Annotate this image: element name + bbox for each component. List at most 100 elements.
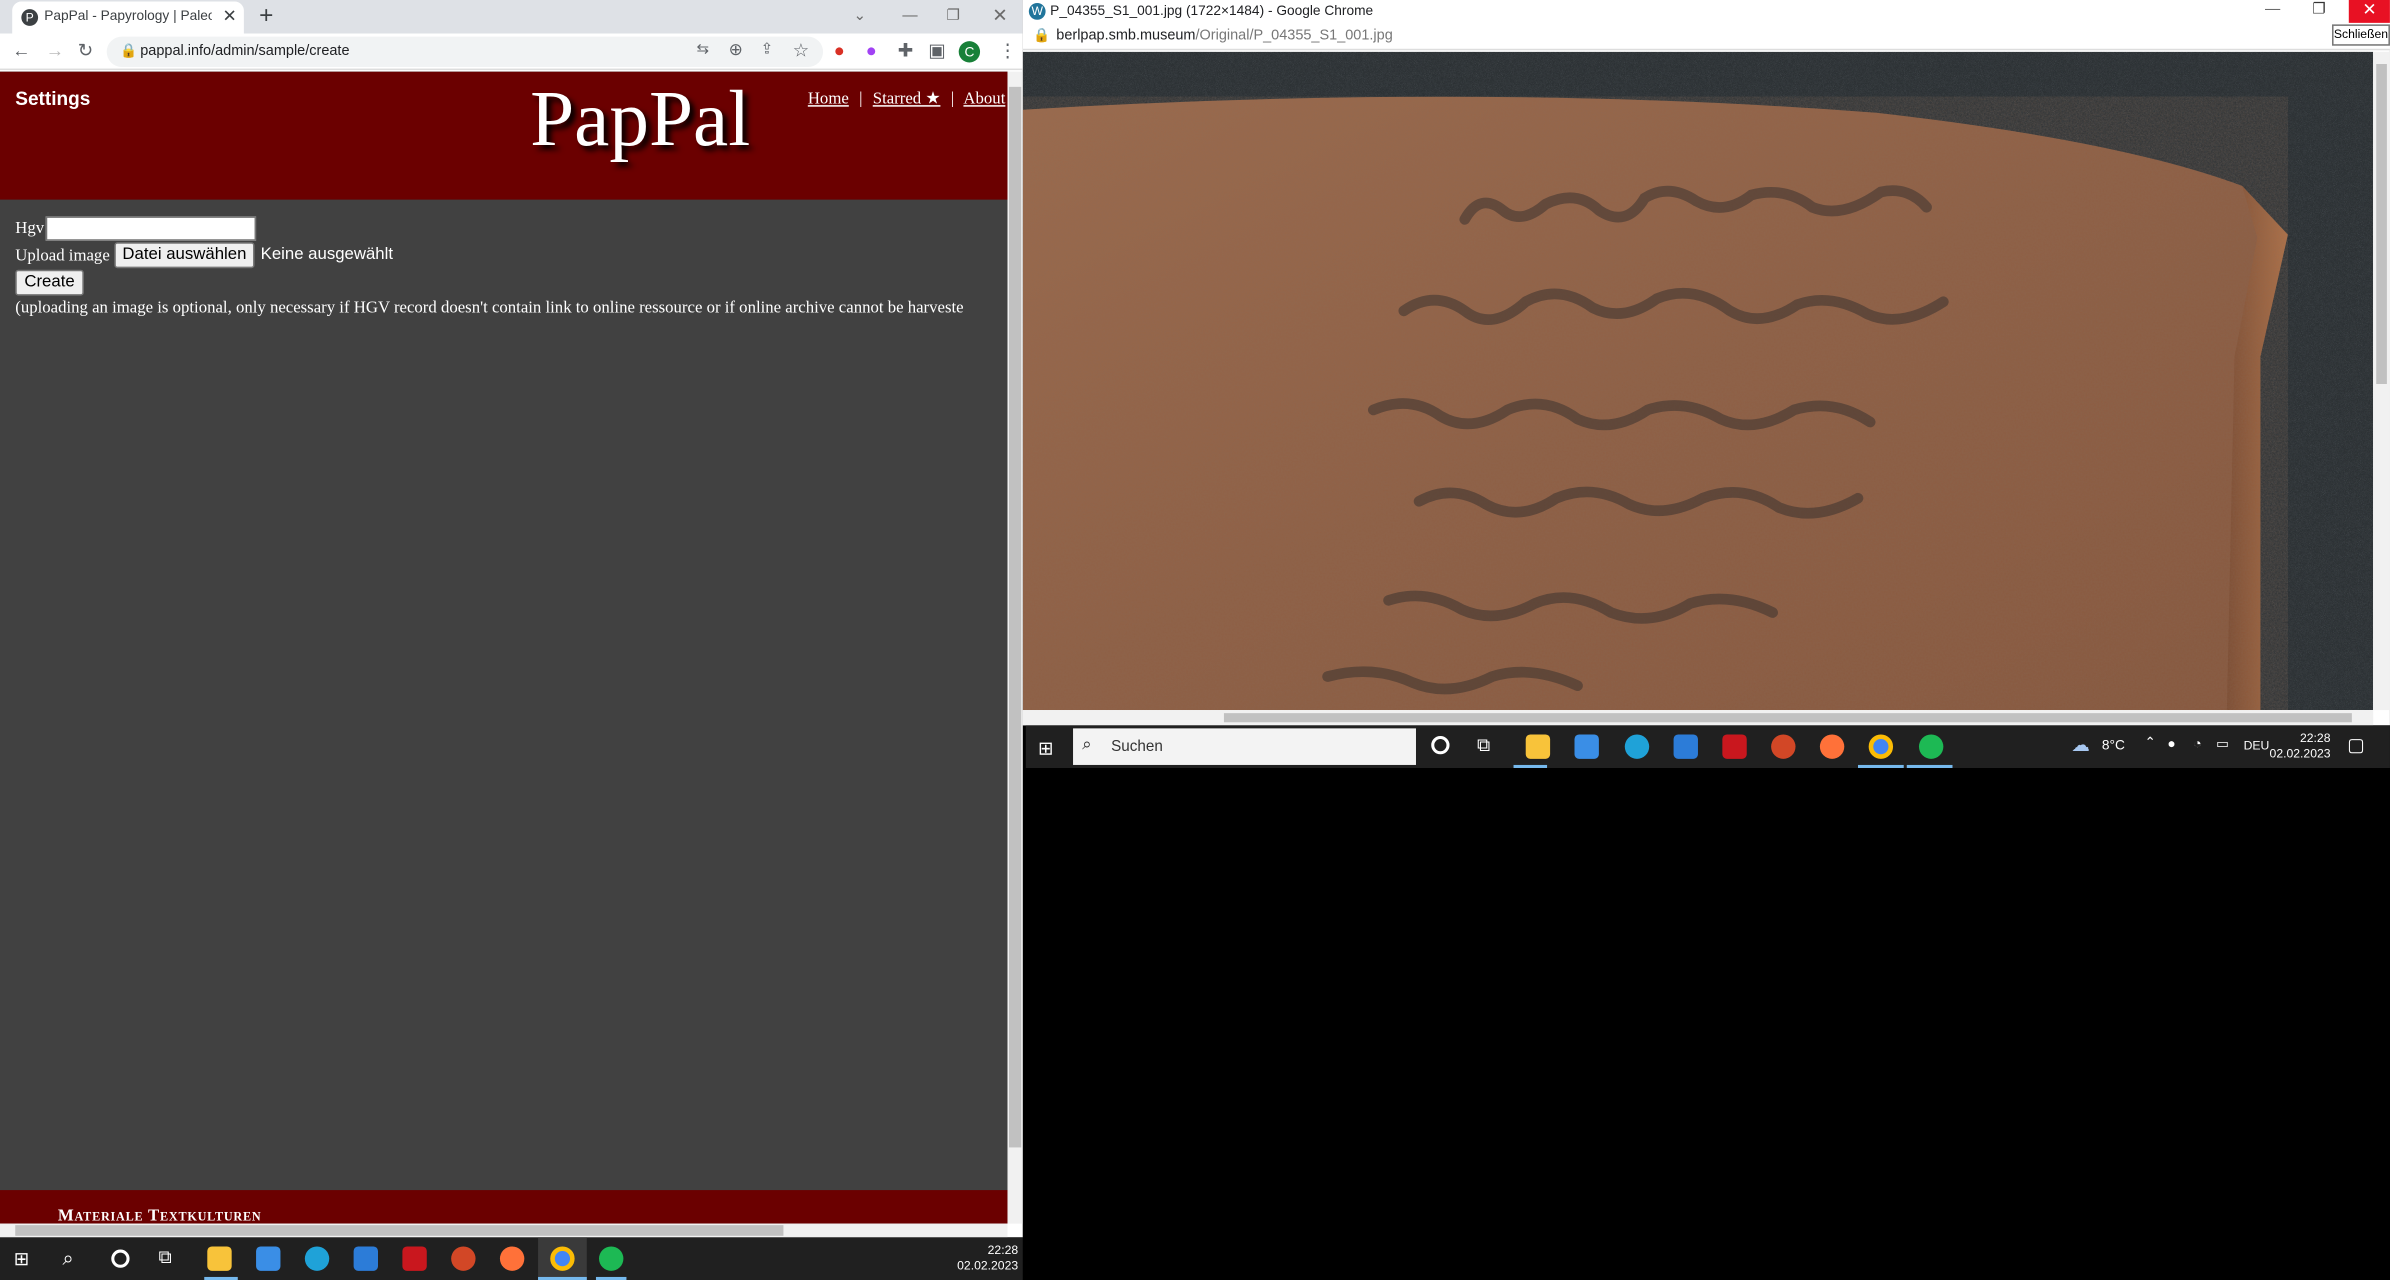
pappal-favicon-icon: P: [21, 9, 39, 26]
edge-icon[interactable]: [304, 1246, 330, 1271]
extension-purple-icon[interactable]: ●: [866, 40, 877, 61]
nav-home[interactable]: Home: [808, 90, 849, 108]
clock[interactable]: 22:28 02.02.2023: [945, 1243, 1018, 1273]
horizontal-scrollbar-thumb[interactable]: [15, 1225, 784, 1236]
vertical-scrollbar-thumb[interactable]: [1009, 86, 1022, 1148]
right-browser-window: W P_04355_S1_001.jpg (1722×1484) - Googl…: [1022, 0, 2390, 726]
store-icon[interactable]: [1574, 734, 1599, 759]
menu-dots-icon[interactable]: ⋮: [998, 40, 1016, 61]
mail-icon[interactable]: [1673, 734, 1698, 759]
extension-red-icon[interactable]: ●: [834, 40, 845, 61]
wordpress-favicon-icon: W: [1028, 3, 1046, 20]
notification-icon[interactable]: ▢: [2347, 734, 2364, 755]
firefox-icon[interactable]: [1819, 734, 1845, 759]
hgv-label: Hgv: [15, 219, 45, 238]
site-logo[interactable]: PapPal: [503, 75, 777, 165]
url-host: berlpap.smb.museum: [1056, 27, 1196, 45]
nav-separator: |: [859, 89, 863, 109]
firefox-icon[interactable]: [499, 1246, 525, 1271]
search-placeholder: Suchen: [1111, 739, 1163, 756]
left-browser-window: P PapPal - Papyrology | Paleograph ✕ + ⌄…: [0, 0, 1023, 1238]
tab-pappal[interactable]: P PapPal - Papyrology | Paleograph ✕: [12, 1, 244, 34]
start-windows-icon[interactable]: ⊞: [1038, 738, 1053, 759]
side-panel-icon[interactable]: ▣: [928, 40, 945, 61]
window-close-icon[interactable]: ✕: [992, 5, 1007, 26]
restore-icon[interactable]: ❐: [2312, 0, 2326, 21]
site-footer: Materiale Textkulturen: [0, 1190, 1008, 1224]
active-indicator: [1513, 764, 1548, 768]
taskbar-right: ⊞ ⌕ Suchen ⧉ ☁ 8°C ⌃ ● ◔ ▭ DEU 22:28 02.…: [1025, 725, 2390, 768]
site-header: Settings PapPal Home | Starred ★ | About: [0, 71, 1008, 200]
forward-icon[interactable]: →: [46, 40, 64, 61]
store-icon[interactable]: [256, 1246, 281, 1271]
search-icon[interactable]: ⌕: [62, 1246, 73, 1270]
tab-title: PapPal - Papyrology | Paleograph: [44, 7, 212, 23]
clock-time: 22:28: [2299, 731, 2331, 746]
taskbar-left: ⊞ ⌕ ⧉ 22:28 02.02.2023: [0, 1237, 1023, 1280]
footer-text: Materiale Textkulturen: [57, 1206, 262, 1224]
close-tooltip: Schließen: [2332, 24, 2390, 46]
reload-icon[interactable]: ↻: [78, 40, 93, 61]
mail-icon[interactable]: [353, 1246, 379, 1271]
restore-icon[interactable]: ❐: [947, 6, 961, 27]
profile-avatar[interactable]: C: [958, 41, 981, 63]
new-tab-icon[interactable]: +: [259, 3, 273, 30]
zoom-icon[interactable]: ⊕: [729, 40, 743, 61]
translate-icon[interactable]: ⇆: [697, 40, 710, 61]
active-indicator: [1906, 764, 1953, 768]
window-title: P_04355_S1_001.jpg (1722×1484) - Google …: [1050, 3, 1374, 19]
back-icon[interactable]: ←: [12, 40, 30, 61]
start-windows-icon[interactable]: ⊞: [14, 1248, 29, 1269]
settings-link[interactable]: Settings: [15, 88, 90, 109]
hgv-input[interactable]: [45, 216, 257, 241]
nav-separator: |: [950, 89, 955, 109]
tray-app-icon[interactable]: ●: [2167, 736, 2175, 751]
choose-file-button[interactable]: Datei auswählen: [114, 242, 255, 269]
task-view-icon[interactable]: ⧉: [1477, 734, 1490, 757]
chrome-icon[interactable]: [550, 1246, 575, 1271]
file-explorer-icon[interactable]: [1525, 734, 1551, 759]
image-vertical-scrollbar-thumb[interactable]: [2376, 63, 2387, 384]
file-explorer-icon[interactable]: [207, 1246, 232, 1271]
nav-starred[interactable]: Starred ★: [873, 90, 941, 108]
bookmark-star-icon[interactable]: ☆: [793, 40, 809, 61]
papyrus-image[interactable]: [1022, 51, 2374, 711]
clock-date: 02.02.2023: [2269, 746, 2331, 761]
task-view-icon[interactable]: ⧉: [159, 1246, 172, 1269]
language-indicator[interactable]: DEU: [2244, 739, 2270, 753]
tab-search-icon[interactable]: ⌄: [854, 6, 867, 27]
minimize-icon[interactable]: —: [2265, 0, 2280, 21]
page-content: Settings PapPal Home | Starred ★ | About…: [0, 71, 1008, 1224]
nav-about[interactable]: About: [963, 90, 1005, 108]
chrome-icon[interactable]: [1868, 734, 1894, 759]
powerpoint-icon[interactable]: [451, 1246, 476, 1271]
tray-chevron-icon[interactable]: ⌃: [2145, 734, 2157, 751]
create-button[interactable]: Create: [15, 269, 84, 296]
cortana-icon[interactable]: [111, 1249, 130, 1268]
acrobat-icon[interactable]: [1722, 734, 1747, 759]
cortana-icon[interactable]: [1431, 735, 1450, 755]
weather-cloud-icon[interactable]: ☁: [2071, 734, 2089, 755]
minimize-icon[interactable]: —: [902, 6, 917, 27]
edge-icon[interactable]: [1624, 734, 1650, 759]
battery-icon[interactable]: ▭: [2216, 736, 2229, 753]
clock[interactable]: 22:28 02.02.2023: [2270, 731, 2331, 761]
url-text: pappal.info/admin/sample/create: [140, 42, 350, 60]
url-path: /Original/P_04355_S1_001.jpg: [1195, 27, 1393, 45]
spotify-icon[interactable]: [1918, 734, 1944, 759]
extensions-puzzle-icon[interactable]: ✚: [898, 40, 913, 61]
window-close-icon[interactable]: ✕: [2348, 0, 2390, 23]
weather-temp: 8°C: [2101, 737, 2125, 753]
right-title-bar: W P_04355_S1_001.jpg (1722×1484) - Googl…: [1022, 0, 2390, 25]
tab-close-icon[interactable]: ✕: [223, 6, 237, 27]
network-icon[interactable]: ◔: [2193, 736, 2201, 751]
image-horizontal-scrollbar-thumb[interactable]: [1223, 713, 2352, 723]
file-status-text: Keine ausgewählt: [260, 245, 394, 264]
search-icon: ⌕: [1082, 735, 1092, 755]
spotify-icon[interactable]: [599, 1246, 624, 1271]
right-address-bar[interactable]: 🔒 berlpap.smb.museum/Original/P_04355_S1…: [1022, 24, 2390, 51]
taskbar-search-box[interactable]: ⌕ Suchen: [1073, 728, 1416, 765]
share-icon[interactable]: ⇪: [761, 40, 774, 61]
powerpoint-icon[interactable]: [1771, 734, 1796, 759]
acrobat-icon[interactable]: [402, 1246, 427, 1271]
